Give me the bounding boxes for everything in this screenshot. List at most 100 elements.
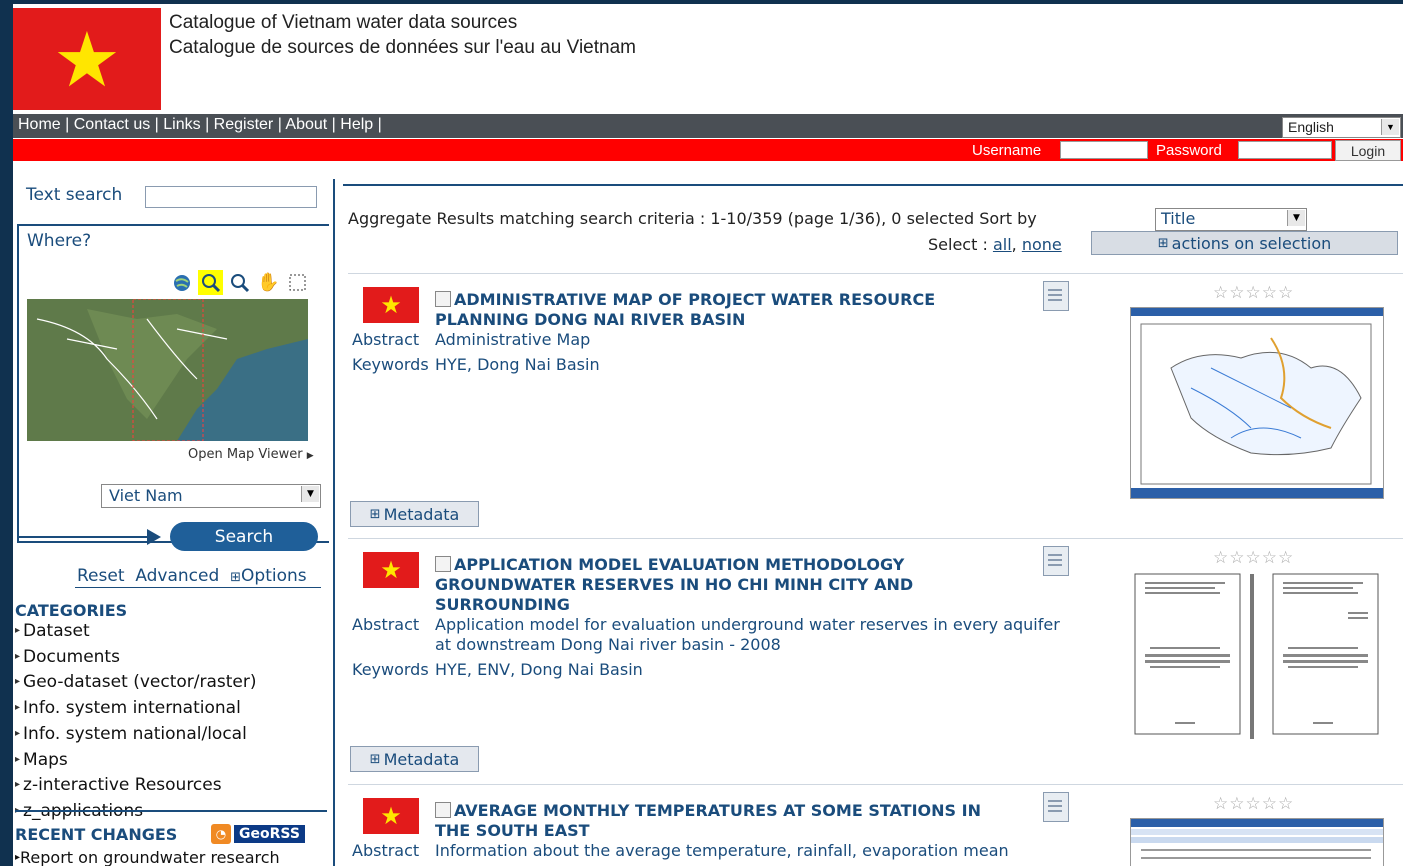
advanced-link[interactable]: Advanced <box>135 566 219 586</box>
metadata-toggle-button[interactable]: ⊞ Metadata <box>350 501 479 527</box>
result-checkbox[interactable] <box>435 291 451 307</box>
chevron-down-icon[interactable]: ▼ <box>301 486 319 502</box>
document-icon[interactable] <box>1043 792 1069 822</box>
result-title[interactable]: AVERAGE MONTHLY TEMPERATURES AT SOME STA… <box>435 801 995 841</box>
sidebar: Text search Where? ✋ Open Map Viewer ▶ V… <box>13 164 333 866</box>
vietnam-flag-icon: ★ <box>363 552 419 588</box>
search-options-links: Reset Advanced ⊞Options <box>77 566 307 586</box>
text-search-input[interactable] <box>145 186 317 208</box>
divider <box>343 184 1403 186</box>
rating-stars[interactable]: ☆☆☆☆☆ <box>1213 794 1294 814</box>
zoom-in-icon[interactable] <box>198 270 223 295</box>
select-all-link[interactable]: all <box>993 235 1012 254</box>
open-map-viewer-link[interactable]: Open Map Viewer ▶ <box>188 447 314 462</box>
category-documents[interactable]: Documents <box>15 646 256 672</box>
result-checkbox[interactable] <box>435 802 451 818</box>
abstract-row: Abstract Administrative Map <box>352 330 590 350</box>
rating-stars[interactable]: ☆☆☆☆☆ <box>1213 283 1294 303</box>
rss-icon: ◔ <box>211 824 231 844</box>
abstract-label: Abstract <box>352 841 420 860</box>
result-thumbnail[interactable] <box>1130 572 1382 762</box>
search-button[interactable]: Search <box>170 522 318 551</box>
actions-on-selection-button[interactable]: ⊞ actions on selection <box>1091 231 1398 255</box>
abstract-label: Abstract <box>352 330 420 349</box>
login-button[interactable]: Login <box>1335 140 1401 161</box>
vertical-divider <box>333 179 335 866</box>
vietnam-flag-icon: ★ <box>363 287 419 323</box>
recent-changes-heading: RECENT CHANGES <box>15 825 178 844</box>
result-item: ★ AVERAGE MONTHLY TEMPERATURES AT SOME S… <box>348 784 1403 866</box>
password-field[interactable] <box>1238 141 1332 159</box>
language-select[interactable]: English ▼ <box>1282 117 1401 138</box>
page-frame: ★ Catalogue of Vietnam water data source… <box>13 4 1403 866</box>
keywords-row: Keywords HYE, ENV, Dong Nai Basin <box>352 660 643 680</box>
category-geo-dataset[interactable]: Geo-dataset (vector/raster) <box>15 671 256 697</box>
categories-list: Dataset Documents Geo-dataset (vector/ra… <box>15 620 256 826</box>
divider <box>348 273 1403 274</box>
options-toggle[interactable]: ⊞Options <box>230 566 307 586</box>
georss-label: GeoRSS <box>234 825 305 843</box>
vietnam-flag-logo[interactable]: ★ <box>13 8 161 110</box>
select-none-link[interactable]: none <box>1022 235 1062 254</box>
nav-link-about[interactable]: About <box>285 116 327 133</box>
header: ★ Catalogue of Vietnam water data source… <box>13 4 1403 114</box>
reset-link[interactable]: Reset <box>77 566 125 586</box>
expand-plus-icon: ⊞ <box>230 570 242 585</box>
site-title-en: Catalogue of Vietnam water data sources <box>169 12 518 33</box>
document-icon[interactable] <box>1043 546 1069 576</box>
document-icon[interactable] <box>1043 281 1069 311</box>
chevron-down-icon[interactable]: ▼ <box>1381 119 1399 135</box>
site-titles: Catalogue of Vietnam water data sources … <box>169 10 636 60</box>
result-item: ★ ADMINISTRATIVE MAP OF PROJECT WATER RE… <box>348 273 1403 527</box>
category-info-system-international[interactable]: Info. system international <box>15 697 256 723</box>
box-select-icon[interactable] <box>285 270 310 295</box>
abstract-row: Abstract Application model for evaluatio… <box>352 615 1060 654</box>
nav-bar: Home | Contact us | Links | Register | A… <box>13 114 1403 138</box>
nav-link-contact[interactable]: Contact us <box>74 116 150 133</box>
expand-plus-icon: ⊞ <box>369 506 381 522</box>
georss-button[interactable]: ◔ GeoRSS <box>211 824 305 844</box>
result-thumbnail[interactable] <box>1130 307 1384 499</box>
arrow-right-icon <box>147 529 161 545</box>
abstract-label: Abstract <box>352 615 420 634</box>
keywords-label: Keywords <box>352 355 429 374</box>
categories-heading: CATEGORIES <box>15 601 128 620</box>
nav-link-links[interactable]: Links <box>163 116 200 133</box>
login-bar: Username Password Login <box>13 139 1403 161</box>
metadata-toggle-button[interactable]: ⊞ Metadata <box>350 746 479 772</box>
category-dataset[interactable]: Dataset <box>15 620 256 646</box>
category-info-system-national[interactable]: Info. system national/local <box>15 723 256 749</box>
nav-link-register[interactable]: Register <box>214 116 274 133</box>
pan-hand-icon[interactable]: ✋ <box>256 270 281 295</box>
category-z-applications[interactable]: z_applications <box>15 800 256 826</box>
expand-plus-icon: ⊞ <box>369 751 381 767</box>
arrow-line <box>19 536 149 538</box>
result-thumbnail[interactable] <box>1130 818 1384 866</box>
password-label: Password <box>1156 142 1222 159</box>
category-z-interactive[interactable]: z-interactive Resources <box>15 774 256 800</box>
result-checkbox[interactable] <box>435 556 451 572</box>
zoom-out-icon[interactable] <box>227 270 252 295</box>
sort-select[interactable]: Title ▼ <box>1155 208 1307 231</box>
region-select[interactable]: Viet Nam ▼ <box>101 484 321 508</box>
chevron-down-icon[interactable]: ▼ <box>1287 210 1305 226</box>
username-field[interactable] <box>1060 141 1148 159</box>
keywords-value: HYE, Dong Nai Basin <box>435 355 600 374</box>
rating-stars[interactable]: ☆☆☆☆☆ <box>1213 548 1294 568</box>
globe-icon[interactable] <box>169 270 194 295</box>
select-controls: Select : all, none <box>928 235 1062 254</box>
result-title[interactable]: APPLICATION MODEL EVALUATION METHODOLOGY… <box>435 555 995 615</box>
keywords-row: Keywords HYE, Dong Nai Basin <box>352 355 600 375</box>
nav-link-home[interactable]: Home <box>18 116 61 133</box>
vietnam-flag-icon: ★ <box>363 798 419 834</box>
username-label: Username <box>972 142 1042 159</box>
nav-link-help[interactable]: Help <box>340 116 373 133</box>
map-toolbar: ✋ <box>169 270 310 295</box>
result-title[interactable]: ADMINISTRATIVE MAP OF PROJECT WATER RESO… <box>435 290 995 330</box>
recent-item[interactable]: ▸Report on groundwater research <box>15 848 280 866</box>
nav-links: Home | Contact us | Links | Register | A… <box>18 116 382 133</box>
select-label: Select : <box>928 235 988 254</box>
category-maps[interactable]: Maps <box>15 749 256 775</box>
map-preview[interactable] <box>27 299 308 441</box>
result-item: ★ APPLICATION MODEL EVALUATION METHODOLO… <box>348 538 1403 788</box>
